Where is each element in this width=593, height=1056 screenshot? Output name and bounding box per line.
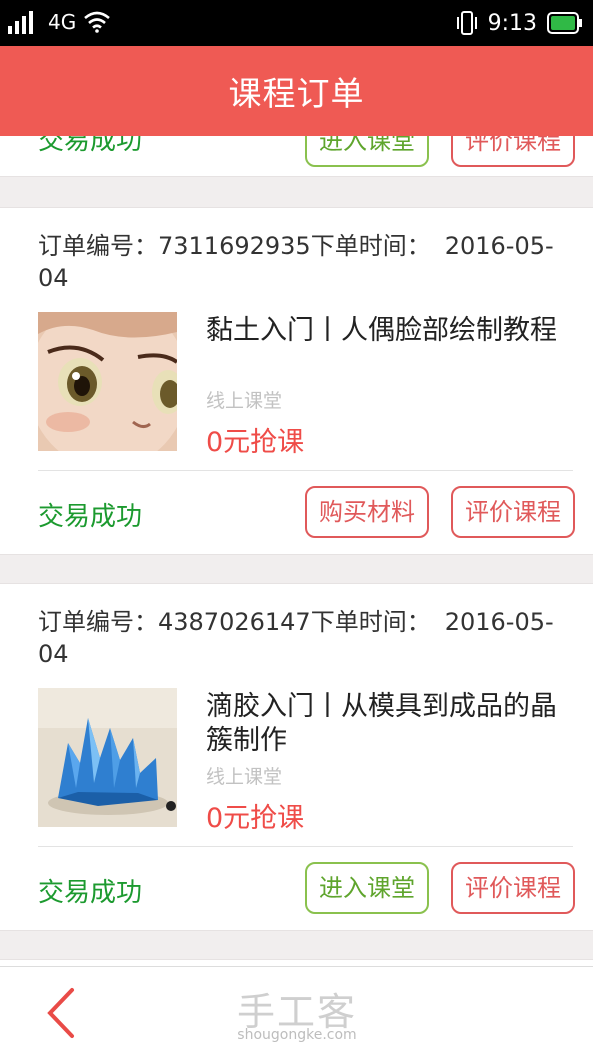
wifi-icon [84, 11, 111, 33]
order-card-peek [0, 959, 593, 966]
order-number-label: 订单编号： [38, 608, 158, 636]
app-header: 课程订单 [0, 46, 593, 136]
order-number: 7311692935 [158, 232, 311, 260]
course-price: 0元抢课 [206, 803, 305, 834]
doll-face-image [38, 312, 177, 451]
review-course-button[interactable]: 评价课程 [451, 136, 575, 167]
order-list[interactable]: 交易成功 进入课堂 评价课程 订单编号：7311692935下单时间： 2016-… [0, 136, 593, 966]
order-number-label: 订单编号： [38, 232, 158, 260]
order-status: 交易成功 [38, 136, 143, 156]
page-title: 课程订单 [228, 74, 365, 113]
order-card: 订单编号：4387026147下单时间： 2016-05-04 滴胶入门丨从模具到… [0, 583, 593, 931]
review-course-button[interactable]: 评价课程 [451, 486, 575, 538]
battery-icon [547, 12, 582, 34]
signal-icon [8, 11, 33, 34]
order-card: 交易成功 进入课堂 评价课程 [0, 136, 593, 177]
buy-materials-button[interactable]: 购买材料 [305, 486, 429, 538]
course-price: 0元抢课 [206, 427, 305, 458]
course-type: 线上课堂 [206, 390, 283, 412]
network-type: 4G [48, 10, 77, 34]
order-card: 订单编号：7311692935下单时间： 2016-05-04 黏土入门丨人偶脸部… [0, 207, 593, 555]
course-type: 线上课堂 [206, 766, 283, 788]
divider [38, 846, 573, 847]
bottom-bar: 手工客 shougongke.com [0, 966, 593, 1056]
order-time-label: 下单时间： [310, 232, 431, 260]
order-number: 4387026147 [158, 608, 311, 636]
order-time-label: 下单时间： [310, 608, 431, 636]
clock: 9:13 [487, 10, 537, 36]
order-meta: 订单编号：4387026147下单时间： 2016-05-04 [38, 606, 563, 670]
order-status: 交易成功 [38, 502, 143, 532]
crystal-cluster-image [38, 688, 177, 827]
course-title[interactable]: 滴胶入门丨从模具到成品的晶簇制作 [206, 690, 568, 758]
enter-classroom-button[interactable]: 进入课堂 [305, 136, 429, 167]
review-course-button[interactable]: 评价课程 [451, 862, 575, 914]
order-meta: 订单编号：7311692935下单时间： 2016-05-04 [38, 230, 563, 294]
course-thumbnail[interactable] [38, 312, 177, 451]
brand-url: shougongke.com [237, 1027, 357, 1043]
order-status: 交易成功 [38, 878, 143, 908]
course-thumbnail[interactable] [38, 688, 177, 827]
enter-classroom-button[interactable]: 进入课堂 [305, 862, 429, 914]
back-arrow-icon[interactable] [44, 987, 78, 1039]
vibrate-icon [456, 11, 477, 35]
status-bar: 4G 9:13 [0, 0, 593, 46]
divider [38, 470, 573, 471]
course-title[interactable]: 黏土入门丨人偶脸部绘制教程 [206, 314, 568, 348]
